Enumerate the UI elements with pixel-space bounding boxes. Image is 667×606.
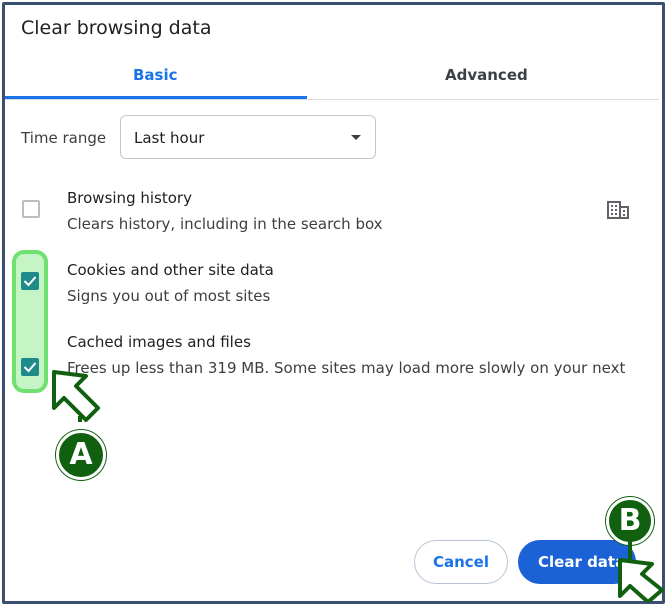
cached-images-title: Cached images and files: [67, 333, 251, 351]
time-range-value: Last hour: [134, 129, 205, 147]
tab-divider: [5, 99, 659, 100]
annotation-marker-a: A: [56, 430, 106, 480]
cookies-title: Cookies and other site data: [67, 261, 274, 279]
checkmark-icon: [23, 276, 37, 287]
cached-images-description: Frees up less than 319 MB. Some sites ma…: [67, 359, 626, 377]
cookies-description: Signs you out of most sites: [67, 287, 271, 305]
cached-images-checkbox[interactable]: [21, 358, 39, 376]
browsing-history-title: Browsing history: [67, 189, 192, 207]
enterprise-building-icon: [607, 201, 629, 219]
annotation-arrow-b-icon: [618, 540, 664, 602]
browsing-history-checkbox[interactable]: [22, 200, 40, 218]
dialog-title: Clear browsing data: [21, 17, 212, 39]
cancel-button[interactable]: Cancel: [414, 540, 508, 584]
annotation-arrow-a-icon: [52, 370, 100, 422]
dropdown-arrow-icon: [351, 135, 361, 140]
cookies-checkbox[interactable]: [21, 272, 39, 290]
browsing-history-description: Clears history, including in the search …: [67, 215, 383, 233]
time-range-select[interactable]: Last hour: [120, 115, 376, 159]
tab-basic[interactable]: Basic: [133, 66, 178, 84]
time-range-label: Time range: [21, 129, 107, 147]
checkmark-icon: [23, 362, 37, 373]
tab-advanced[interactable]: Advanced: [445, 66, 528, 84]
